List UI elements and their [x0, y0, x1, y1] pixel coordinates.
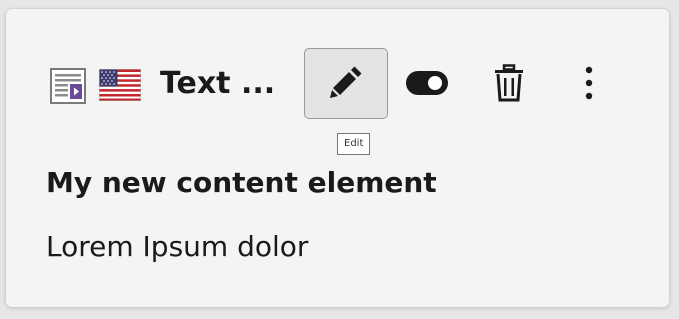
edit-button[interactable] [304, 48, 388, 119]
content-body-text: Lorem Ipsum dolor [46, 230, 309, 263]
content-heading: My new content element [46, 166, 437, 199]
edit-tooltip: Edit [337, 133, 371, 155]
more-actions-button[interactable] [572, 62, 606, 108]
vertical-ellipsis-icon [585, 66, 593, 104]
toggle-on-icon [406, 71, 448, 99]
content-element-card: Text ... Edit My new content element Lor… [5, 8, 670, 308]
us-flag-icon [98, 68, 142, 102]
element-title: Text ... [160, 66, 276, 101]
pencil-icon [327, 63, 365, 105]
text-media-icon [50, 68, 86, 104]
toggle-visibility-button[interactable] [402, 64, 452, 106]
trash-icon [493, 64, 525, 106]
delete-button[interactable] [487, 62, 531, 108]
